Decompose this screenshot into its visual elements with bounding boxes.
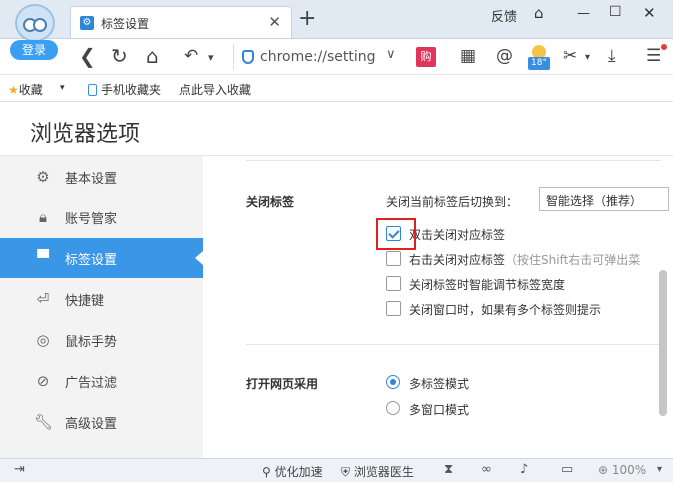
sound-icon[interactable]: ♪ [520,462,528,477]
scissors-icon[interactable]: ✂ [563,46,577,66]
menu-icon[interactable]: ☰ [646,46,661,66]
highlight-box [376,218,416,250]
section-divider [246,160,661,161]
shirt-icon[interactable]: ⌂ [534,4,544,22]
avatar-icon [15,4,55,42]
smart-width-checkbox[interactable] [386,276,401,291]
phone-icon [88,84,97,96]
wrench-icon: 🔧︎ [34,413,54,431]
minimize-button[interactable]: — [577,6,590,21]
browser-doctor-button[interactable]: ⛨ 浏览器医生 [341,463,414,480]
page-title: 浏览器选项 [30,122,141,147]
navigation-toolbar: ❮ ↻ ⌂ ↶ ▾ chrome://setting ∨ 购 ▦ @ 18° ✂… [0,38,673,74]
close-window-prompt-checkbox[interactable] [386,301,401,316]
section-divider [246,344,661,345]
close-tab-section-title: 关闭标签 [246,195,295,209]
status-bar: ⇥ ⚲ 优化加速 ⛨ 浏览器医生 ⧗ ∞ ♪ ▭ ⊕ 100% ▾ [0,458,673,482]
tab-icon: ▀ [37,249,49,267]
home-icon[interactable]: ⌂ [146,44,159,68]
refresh-icon[interactable]: ↻ [111,44,128,68]
multi-tab-mode-radio[interactable] [386,375,400,389]
weather-widget[interactable]: 18° [528,45,550,71]
switch-after-close-label: 关闭当前标签后切换到： [386,195,519,209]
open-page-section-title: 打开网页采用 [246,377,319,391]
sidebar-toggle-icon[interactable]: ⇥ [14,462,25,477]
tab-title: 标签设置 [101,17,150,31]
hourglass-icon[interactable]: ⧗ [444,462,453,477]
sidebar-item-shortcuts[interactable]: ⏎ 快捷键 [0,279,203,319]
right-click-hint: （按住Shift右击可弹出菜 [505,253,641,267]
chevron-down-icon[interactable]: ∨ [386,47,396,62]
keyboard-icon: ⏎ [36,290,50,308]
apps-grid-icon[interactable]: ▦ [460,46,476,66]
star-icon: ★ [8,83,19,97]
undo-dropdown-icon[interactable]: ▾ [208,46,214,70]
favorites-menu[interactable]: ★收藏 [8,81,43,98]
content-scrollbar[interactable] [659,270,667,416]
block-icon: ⊘ [36,372,50,390]
gear-icon: ⚙ [36,168,50,186]
rocket-icon: ⚲ [262,465,271,479]
lock-icon: 🔒︎ [39,208,47,226]
shopping-icon[interactable]: 购 [416,47,436,67]
right-click-close-checkbox[interactable] [386,251,401,266]
sidebar-item-mouse-gestures[interactable]: ◎ 鼠标手势 [0,320,203,360]
screen-icon[interactable]: ▭ [561,462,573,477]
sidebar-item-basic[interactable]: ⚙ 基本设置 [0,157,203,197]
maximize-button[interactable]: ☐ [609,4,622,20]
security-shield-icon [242,50,254,64]
shield-icon: ⛨ [341,465,351,479]
user-avatar[interactable]: 登录 [8,4,62,60]
login-button[interactable]: 登录 [10,40,58,60]
switch-after-close-select[interactable]: 智能选择（推荐） [539,187,669,211]
download-icon[interactable]: ⤓ [608,46,616,66]
sidebar-item-advanced[interactable]: 🔧︎ 高级设置 [0,402,203,442]
mouse-icon: ◎ [36,331,50,349]
back-icon[interactable]: ❮ [79,44,96,68]
page-header: 浏览器选项 [0,102,673,156]
zoom-dropdown-icon[interactable]: ▾ [657,464,662,475]
multi-window-mode-radio[interactable] [386,401,400,415]
address-bar[interactable]: chrome://setting ∨ [233,44,403,70]
sidebar-item-account[interactable]: 🔒︎ 账号管家 [0,197,203,237]
sidebar-item-tabs[interactable]: ▀ 标签设置 [0,238,203,278]
bookmarks-bar: ★收藏 ▾ 手机收藏夹 点此导入收藏 [0,74,673,102]
address-text[interactable]: chrome://setting [260,49,376,65]
title-bar: ⚙ 标签设置 ✕ + 反馈 ⌂ — ☐ ✕ [0,0,673,38]
sidebar-item-ad-filter[interactable]: ⊘ 广告过滤 [0,361,203,401]
speedup-button[interactable]: ⚲ 优化加速 [262,463,323,480]
scissors-dropdown-icon[interactable]: ▾ [585,48,590,68]
notification-dot [661,44,667,50]
settings-content: 关闭标签 关闭当前标签后切换到： 智能选择（推荐） 双击关闭对应标签 右击关闭对… [203,156,673,458]
tab-settings[interactable]: ⚙ 标签设置 ✕ [70,6,292,38]
settings-sidebar: ⚙ 基本设置 🔒︎ 账号管家 ▀ 标签设置 ⏎ 快捷键 ◎ 鼠标手势 ⊘ 广告过… [0,156,203,458]
at-icon[interactable]: @ [496,46,513,66]
weather-temperature: 18° [528,57,550,70]
vr-icon[interactable]: ∞ [481,462,492,477]
zoom-icon: ⊕ [598,463,609,477]
gear-icon: ⚙ [80,16,94,30]
feedback-button[interactable]: 反馈 [491,6,517,25]
close-tab-button[interactable]: ✕ [268,13,281,31]
zoom-control[interactable]: ⊕ 100% [598,463,646,477]
favorites-dropdown-icon[interactable]: ▾ [60,83,65,93]
close-window-button[interactable]: ✕ [643,4,656,22]
mobile-favorites-link[interactable]: 手机收藏夹 [88,81,161,98]
import-favorites-link[interactable]: 点此导入收藏 [179,81,251,98]
new-tab-button[interactable]: + [298,8,316,30]
undo-icon[interactable]: ↶ [184,44,198,68]
